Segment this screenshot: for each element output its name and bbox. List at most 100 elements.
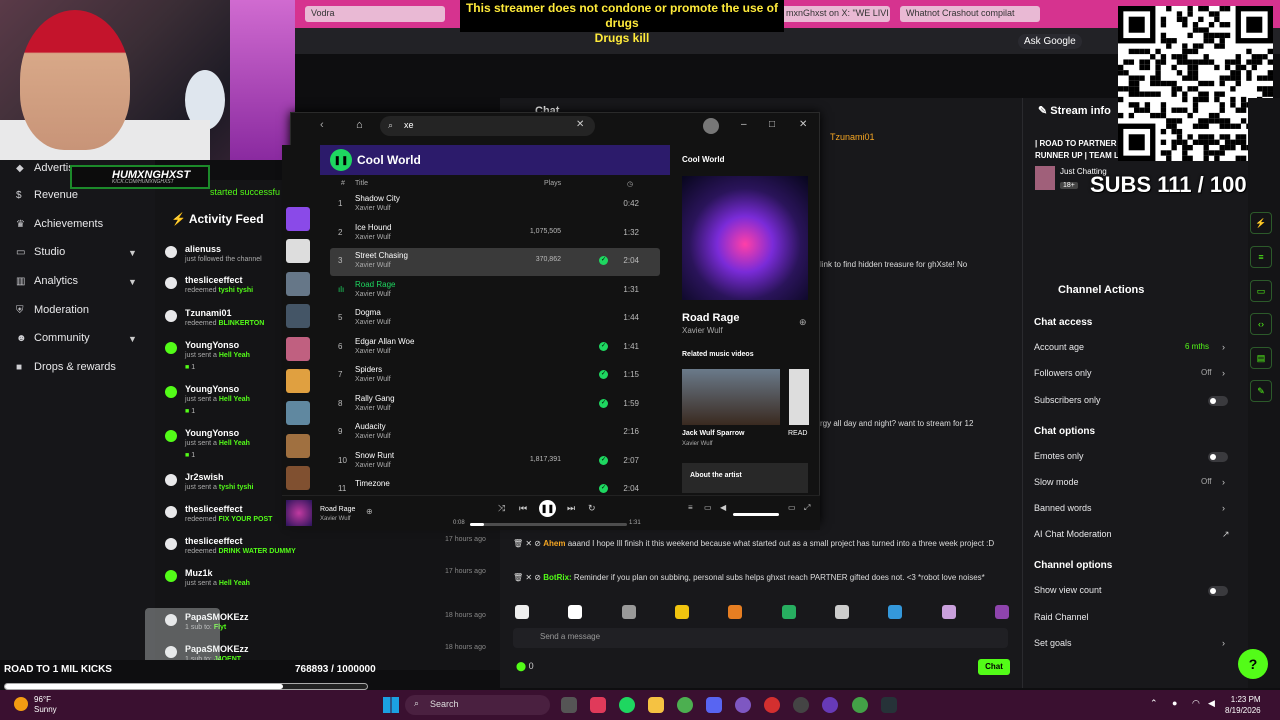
player-title[interactable]: Road Rage	[320, 506, 355, 513]
track-title[interactable]: Road Rage	[355, 280, 395, 289]
track-artist[interactable]: Xavier Wulf	[355, 262, 391, 269]
speaker-icon[interactable]: ◀	[1208, 698, 1215, 709]
set-goals-label[interactable]: Set goals	[1034, 638, 1072, 648]
account-age-value[interactable]: 6 mths	[1185, 342, 1209, 351]
album-thumbnail[interactable]	[286, 337, 310, 361]
account-age-label[interactable]: Account age	[1034, 342, 1084, 352]
track-title[interactable]: Timezone	[355, 479, 390, 488]
track-row[interactable]: 2 Ice Hound Xavier Wulf 1,075,505 1:32	[330, 220, 660, 248]
related-video-thumbnail[interactable]	[789, 369, 809, 425]
track-row[interactable]: 10 Snow Runt Xavier Wulf 1,817,391 ✓ 2:07	[330, 448, 660, 476]
player-artwork[interactable]	[286, 500, 312, 526]
next-icon[interactable]: ⏭	[567, 503, 575, 514]
chevron-right-icon[interactable]: ›	[1222, 503, 1225, 513]
track-row[interactable]: 5 Dogma Xavier Wulf 1:44	[330, 305, 660, 333]
repeat-icon[interactable]: ↻	[588, 503, 596, 514]
saved-check-icon[interactable]: ✓	[599, 398, 608, 408]
saved-check-icon[interactable]: ✓	[599, 370, 608, 379]
track-row[interactable]: 1 Shadow City Xavier Wulf 0:42	[330, 191, 660, 219]
emote[interactable]	[515, 605, 529, 619]
emote[interactable]	[888, 605, 902, 619]
track-artist[interactable]: Xavier Wulf	[355, 348, 391, 355]
home-icon[interactable]: ⌂	[356, 119, 363, 131]
app-icon[interactable]	[764, 697, 780, 713]
add-icon[interactable]: ⊕	[366, 507, 373, 516]
queue-icon[interactable]: ≡	[688, 503, 693, 512]
help-button[interactable]: ?	[1238, 649, 1268, 679]
taskbar-clock[interactable]: 1:23 PM 8/19/2026	[1225, 694, 1261, 716]
miniplayer-icon[interactable]: ▭	[788, 503, 796, 512]
track-title[interactable]: Rally Gang	[355, 394, 395, 403]
feed-username[interactable]: Muz1k	[185, 568, 213, 578]
album-thumbnail[interactable]	[286, 401, 310, 425]
followers-only-value[interactable]: Off	[1201, 368, 1212, 377]
external-link-icon[interactable]: ↗	[1222, 529, 1230, 540]
sidebar-item-moderation[interactable]: ⛨ Moderation	[16, 304, 89, 316]
list-icon[interactable]: ≡	[1250, 246, 1272, 268]
clear-search-icon[interactable]: ✕	[576, 119, 584, 130]
play-playlist-button[interactable]: ❚❚	[330, 149, 352, 171]
wrench-icon[interactable]: ✎	[1250, 380, 1272, 402]
chat-username[interactable]: BotRix:	[543, 573, 571, 582]
chat-points[interactable]: ⬤ 0	[516, 661, 534, 672]
chrome-icon[interactable]	[852, 697, 868, 713]
delete-icon[interactable]: 🗑 ✕ ⊘	[513, 573, 543, 582]
send-chat-button[interactable]: Chat	[978, 659, 1010, 675]
track-title[interactable]: Spiders	[355, 365, 382, 374]
browser-tab[interactable]: mxnGhxst on X: "WE LIVI	[780, 6, 890, 22]
feed-username[interactable]: YoungYonso	[185, 384, 239, 394]
chevron-down-icon[interactable]: ▼	[128, 248, 137, 258]
saved-check-icon[interactable]: ✓	[599, 256, 608, 265]
track-row[interactable]: 7 Spiders Xavier Wulf ✓ 1:15	[330, 362, 660, 390]
now-playing-artist[interactable]: Xavier Wulf	[682, 326, 723, 335]
windows-start-icon[interactable]	[383, 697, 399, 713]
col-title[interactable]: Title	[355, 180, 368, 187]
wifi-icon[interactable]: ◠	[1192, 698, 1200, 709]
related-video-title[interactable]: READ	[788, 430, 807, 437]
track-row[interactable]: 3 Street Chasing Xavier Wulf 370,862 ✓ 2:04	[330, 248, 660, 276]
obs-icon[interactable]	[793, 697, 809, 713]
track-artist[interactable]: Xavier Wulf	[355, 462, 391, 469]
feed-username[interactable]: thesliceeffect	[185, 275, 243, 285]
emotes-only-toggle[interactable]	[1208, 452, 1228, 462]
chevron-right-icon[interactable]: ›	[1222, 342, 1225, 352]
music-app-icon[interactable]	[590, 697, 606, 713]
album-thumbnail[interactable]	[286, 369, 310, 393]
emote[interactable]	[568, 605, 582, 619]
related-video-thumbnail[interactable]	[682, 369, 780, 425]
fullscreen-icon[interactable]: ⤢	[804, 503, 810, 513]
pinned-user[interactable]: Tzunami01	[830, 132, 875, 142]
track-artist[interactable]: Xavier Wulf	[355, 433, 391, 440]
related-video-title[interactable]: Jack Wulf Sparrow	[682, 430, 745, 437]
feed-username[interactable]: YoungYonso	[185, 340, 239, 350]
folder-icon[interactable]	[648, 697, 664, 713]
track-row[interactable]: 8 Rally Gang Xavier Wulf ✓ 1:59	[330, 391, 660, 419]
sidebar-item-revenue[interactable]: $ Revenue	[16, 189, 78, 201]
track-title[interactable]: Edgar Allan Woe	[355, 337, 414, 346]
track-artist[interactable]: Xavier Wulf	[355, 319, 391, 326]
col-plays[interactable]: Plays	[544, 180, 561, 187]
view-count-toggle[interactable]	[1208, 586, 1228, 596]
banned-words-label[interactable]: Banned words	[1034, 503, 1092, 513]
album-thumbnail[interactable]	[286, 466, 310, 490]
feed-username[interactable]: Jr2swish	[185, 472, 224, 482]
shuffle-icon[interactable]: ⤨	[498, 503, 505, 514]
track-title[interactable]: Ice Hound	[355, 223, 391, 232]
emote[interactable]	[728, 605, 742, 619]
delete-icon[interactable]: 🗑 ✕ ⊘	[513, 539, 543, 548]
sidebar-item-advertising[interactable]: ◆ Advertis	[16, 162, 74, 174]
sidebar-item-analytics[interactable]: ▥ Analytics	[16, 275, 78, 287]
ai-moderation-label[interactable]: AI Chat Moderation	[1034, 529, 1112, 539]
feed-username[interactable]: YoungYonso	[185, 428, 239, 438]
raid-channel-label[interactable]: Raid Channel	[1034, 612, 1089, 622]
album-thumbnail[interactable]	[286, 304, 310, 328]
feed-username[interactable]: Tzunami01	[185, 308, 232, 318]
saved-check-icon[interactable]: ✓	[599, 455, 608, 465]
feed-username[interactable]: thesliceeffect	[185, 536, 243, 546]
emote[interactable]	[995, 605, 1009, 619]
volume-slider[interactable]	[733, 513, 779, 516]
chevron-right-icon[interactable]: ›	[1222, 368, 1225, 378]
track-artist[interactable]: Xavier Wulf	[355, 291, 391, 298]
now-playing-title[interactable]: Road Rage	[682, 312, 739, 324]
track-row[interactable]: 9 Audacity Xavier Wulf 2:16	[330, 419, 660, 447]
